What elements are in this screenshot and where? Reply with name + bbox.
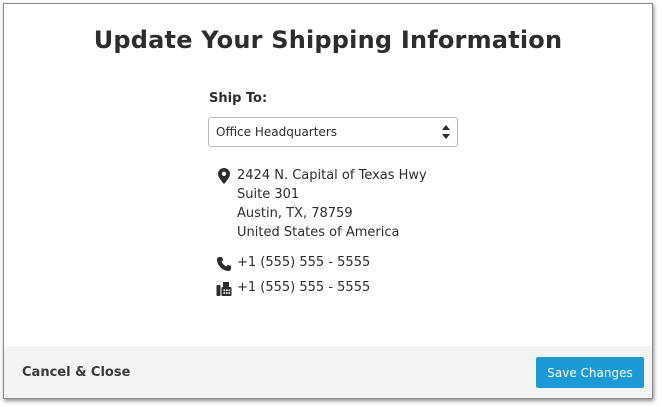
ship-to-selected-value: Office Headquarters	[216, 125, 338, 139]
address-line-3: Austin, TX, 78759	[237, 206, 353, 221]
shipping-dialog: Update Your Shipping Information Ship To…	[3, 3, 653, 399]
dialog-title: Update Your Shipping Information	[93, 26, 563, 54]
phone-icon	[217, 257, 231, 271]
map-pin-icon	[218, 168, 230, 184]
address-block: 2424 N. Capital of Texas Hwy Suite 301 A…	[237, 166, 427, 242]
fax-icon	[216, 282, 232, 296]
phone-number: +1 (555) 555 - 5555	[237, 255, 371, 270]
cancel-close-button[interactable]: Cancel & Close	[22, 365, 130, 380]
up-down-arrows-icon	[442, 125, 450, 139]
fax-number: +1 (555) 555 - 5555	[237, 280, 371, 295]
address-line-1: 2424 N. Capital of Texas Hwy	[237, 168, 427, 183]
save-changes-button[interactable]: Save Changes	[536, 357, 644, 388]
ship-to-select[interactable]: Office Headquarters	[208, 117, 458, 147]
dialog-footer: Cancel & Close Save Changes	[4, 346, 652, 398]
address-line-2: Suite 301	[237, 187, 300, 202]
address-line-4: United States of America	[237, 225, 400, 240]
ship-to-label: Ship To:	[209, 91, 268, 106]
